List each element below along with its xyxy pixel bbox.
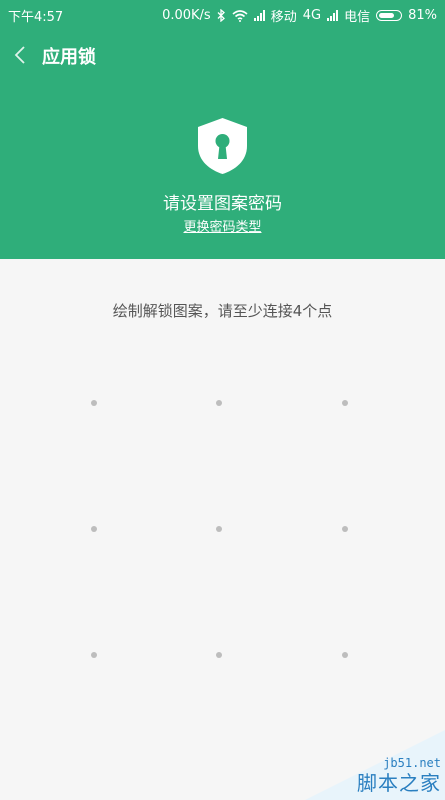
pattern-dot[interactable]	[91, 400, 97, 406]
pattern-dot[interactable]	[342, 652, 348, 658]
pattern-dot[interactable]	[216, 400, 222, 406]
pattern-dot[interactable]	[216, 526, 222, 532]
pattern-dot[interactable]	[91, 652, 97, 658]
pattern-dot[interactable]	[342, 400, 348, 406]
watermark-name: 脚本之家	[357, 771, 441, 795]
pattern-lock-grid[interactable]	[0, 0, 445, 800]
pattern-dot[interactable]	[91, 526, 97, 532]
pattern-dot[interactable]	[216, 652, 222, 658]
watermark: jb51.net 脚本之家	[305, 730, 445, 800]
pattern-dot[interactable]	[342, 526, 348, 532]
